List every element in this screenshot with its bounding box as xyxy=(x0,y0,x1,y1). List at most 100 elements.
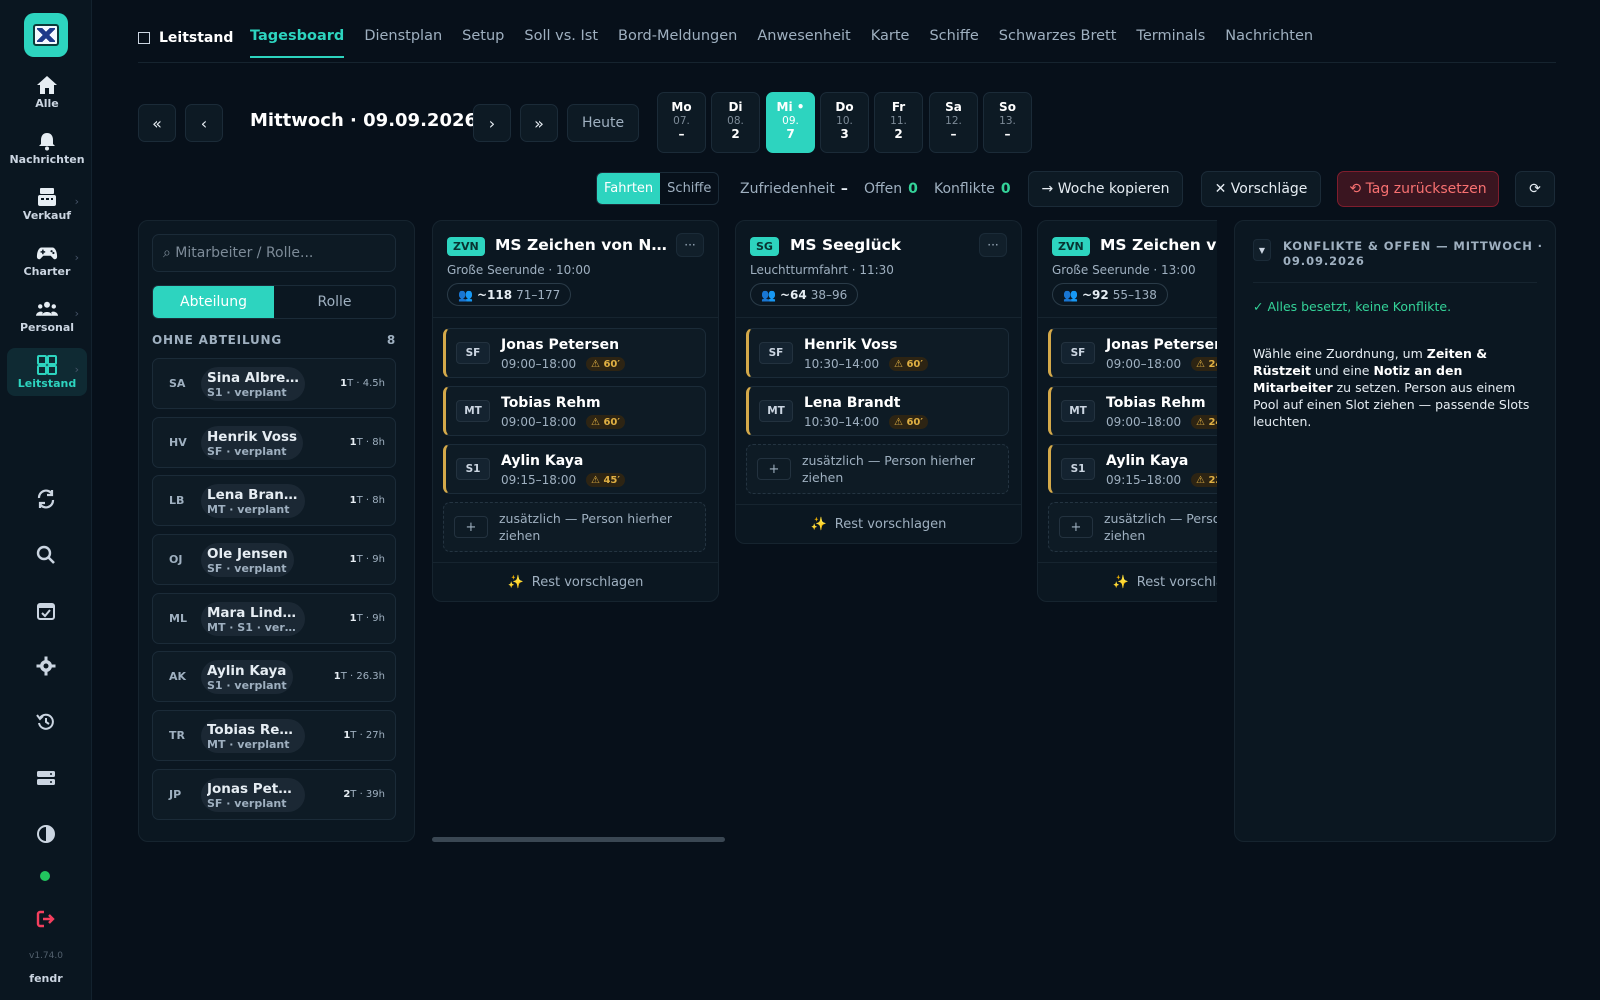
plus-icon: + xyxy=(1059,516,1093,538)
next-day-button[interactable]: › xyxy=(473,104,511,142)
sidebar-item-verkauf[interactable]: Verkauf › xyxy=(7,180,87,228)
crew-slot[interactable]: SFJonas Petersen09:00–18:00⚠ 240′ xyxy=(1048,328,1217,378)
staff-row[interactable]: MLMara LindqvistMT · S1 · verplant1T · 9… xyxy=(152,593,396,644)
first-week-button[interactable]: « xyxy=(138,104,176,142)
suggest-rest-button[interactable]: ✨Rest vorschlagen xyxy=(1038,562,1217,602)
sidebar: Alle Nachrichten Verkauf › Charter › Per… xyxy=(0,0,92,1000)
trip-subtitle: Große Seerunde · 13:00 xyxy=(1052,263,1196,277)
day-pill-so[interactable]: So 13. – xyxy=(983,92,1032,153)
view-schiffe-button[interactable]: Schiffe xyxy=(660,173,718,204)
sidebar-item-leitstand[interactable]: Leitstand › xyxy=(7,348,87,396)
app-logo[interactable] xyxy=(24,13,68,57)
staff-row[interactable]: OJ Ole Jensen SF · verplant 1T · 9h xyxy=(152,534,396,585)
tab-bar: Tagesboard Dienstplan Setup Soll vs. Ist… xyxy=(250,28,1313,58)
staff-row[interactable]: LB Lena Brandt MT · verplant 1T · 8h xyxy=(152,475,396,526)
conflicts-panel-title: KONFLIKTE & OFFEN — MITTWOCH · 09.09.202… xyxy=(1283,239,1543,268)
staff-chip[interactable]: Ole Jensen SF · verplant xyxy=(201,543,294,577)
day-pill-fr[interactable]: Fr 11. 2 xyxy=(874,92,923,153)
staff-row[interactable]: SASina AlbrechtS1 · verplant1T · 4.5h xyxy=(152,358,396,409)
sidebar-item-alle[interactable]: Alle xyxy=(7,68,87,116)
crew-slot[interactable]: MTTobias Rehm09:00–18:00⚠ 240′ xyxy=(1048,386,1217,436)
history-icon[interactable] xyxy=(33,709,59,735)
staff-chip[interactable]: Jonas PetersenSF · verplant xyxy=(201,778,305,812)
tab-soll-vs-ist[interactable]: Soll vs. Ist xyxy=(524,28,598,58)
group-by-department-button[interactable]: Abteilung xyxy=(153,286,274,318)
day-pill-di[interactable]: Di 08. 2 xyxy=(711,92,760,153)
user-name[interactable]: fendr xyxy=(0,972,92,985)
copy-week-button[interactable]: → Woche kopieren xyxy=(1028,171,1183,207)
people-icon: 👥 xyxy=(458,287,473,302)
prev-day-button[interactable]: ‹ xyxy=(185,104,223,142)
add-person-dropzone[interactable]: +zusätzlich — Person hierher ziehen xyxy=(1048,502,1217,552)
staff-row[interactable]: TR Tobias Rehm MT · verplant 1T · 27h xyxy=(152,710,396,761)
view-fahrten-button[interactable]: Fahrten xyxy=(597,173,661,204)
today-button[interactable]: Heute xyxy=(567,104,639,142)
staff-row[interactable]: JPJonas PetersenSF · verplant2T · 39h xyxy=(152,769,396,820)
day-pill-mi[interactable]: Mi • 09. 7 xyxy=(766,92,815,153)
crew-slot[interactable]: SF Henrik Voss 10:30–14:00 ⚠ 60′ xyxy=(746,328,1009,378)
crew-slot[interactable]: S1Aylin Kaya09:15–18:00⚠ 225′ xyxy=(1048,444,1217,494)
staff-search-input[interactable]: ⌕ Mitarbeiter / Rolle... xyxy=(152,234,396,272)
more-options-button[interactable]: ··· xyxy=(979,233,1007,257)
trip-subtitle: Große Seerunde · 10:00 xyxy=(447,263,591,277)
trip-card: ZVN MS Zeichen von Norden ··· Große Seer… xyxy=(432,220,719,602)
crew-slot[interactable]: MT Lena Brandt 10:30–14:00 ⚠ 60′ xyxy=(746,386,1009,436)
staff-row[interactable]: AK Aylin Kaya S1 · verplant 1T · 26.3h xyxy=(152,651,396,702)
tab-nachrichten[interactable]: Nachrichten xyxy=(1225,28,1313,58)
staff-chip[interactable]: Tobias Rehm MT · verplant xyxy=(201,719,305,753)
more-options-button[interactable]: ··· xyxy=(676,233,704,257)
crew-slot[interactable]: SF Jonas Petersen 09:00–18:00 ⚠ 60′ xyxy=(443,328,706,378)
staff-chip[interactable]: Lena Brandt MT · verplant xyxy=(201,484,305,518)
last-week-button[interactable]: » xyxy=(520,104,558,142)
chevron-right-icon: › xyxy=(74,307,79,320)
tab-terminals[interactable]: Terminals xyxy=(1136,28,1205,58)
day-pill-sa[interactable]: Sa 12. – xyxy=(929,92,978,153)
tab-karte[interactable]: Karte xyxy=(871,28,910,58)
sparkle-icon: ✨ xyxy=(810,517,827,532)
refresh-board-button[interactable]: ⟳ xyxy=(1515,171,1555,207)
calendar-check-icon[interactable] xyxy=(33,598,59,624)
suggestions-button[interactable]: ✕ Vorschläge xyxy=(1201,171,1321,207)
suggest-rest-button[interactable]: ✨Rest vorschlagen xyxy=(433,562,718,602)
search-icon[interactable] xyxy=(33,542,59,568)
tab-schwarzes-brett[interactable]: Schwarzes Brett xyxy=(999,28,1117,58)
day-pill-do[interactable]: Do 10. 3 xyxy=(820,92,869,153)
suggest-rest-button[interactable]: ✨Rest vorschlagen xyxy=(736,504,1021,544)
staff-row[interactable]: HV Henrik Voss SF · verplant 1T · 8h xyxy=(152,417,396,468)
tab-schiffe[interactable]: Schiffe xyxy=(929,28,978,58)
contrast-icon[interactable] xyxy=(33,821,59,847)
pool-group-header: OHNE ABTEILUNG 8 xyxy=(152,333,396,347)
refresh-icon[interactable] xyxy=(33,486,59,512)
ship-badge: SG xyxy=(750,237,779,256)
logout-icon[interactable] xyxy=(33,906,59,932)
staff-chip[interactable]: Sina AlbrechtS1 · verplant xyxy=(201,367,305,401)
pool-grouping-toggle: Abteilung Rolle xyxy=(152,285,396,319)
group-by-role-button[interactable]: Rolle xyxy=(274,286,395,318)
add-person-dropzone[interactable]: +zusätzlich — Person hierher ziehen xyxy=(443,502,706,552)
tab-tagesboard[interactable]: Tagesboard xyxy=(250,28,345,58)
grid-icon xyxy=(36,354,58,375)
crew-slot[interactable]: S1 Aylin Kaya 09:15–18:00 ⚠ 45′ xyxy=(443,444,706,494)
tab-dienstplan[interactable]: Dienstplan xyxy=(364,28,442,58)
collapse-toggle[interactable]: ▼ xyxy=(1253,239,1271,261)
add-person-dropzone[interactable]: +zusätzlich — Person hierher ziehen xyxy=(746,444,1009,494)
chevron-right-icon: › xyxy=(74,251,79,264)
server-icon[interactable] xyxy=(33,765,59,791)
crew-slot[interactable]: MT Tobias Rehm 09:00–18:00 ⚠ 60′ xyxy=(443,386,706,436)
plus-icon: + xyxy=(757,458,791,480)
tab-setup[interactable]: Setup xyxy=(462,28,504,58)
staff-chip[interactable]: Mara LindqvistMT · S1 · verplant xyxy=(201,602,305,636)
tab-anwesenheit[interactable]: Anwesenheit xyxy=(757,28,850,58)
day-pill-mo[interactable]: Mo 07. – xyxy=(657,92,706,153)
prep-time-warning: ⚠ 60′ xyxy=(889,357,928,371)
staff-chip[interactable]: Aylin Kaya S1 · verplant xyxy=(201,660,293,694)
sidebar-item-personal[interactable]: Personal › xyxy=(7,292,87,340)
board-horizontal-scrollbar[interactable] xyxy=(432,837,725,842)
staff-chip[interactable]: Henrik Voss SF · verplant xyxy=(201,426,304,460)
conflicts-stat: Konflikte 0 xyxy=(934,181,1011,197)
reset-day-button[interactable]: ⟲ Tag zurücksetzen xyxy=(1337,171,1499,207)
sidebar-item-nachrichten[interactable]: Nachrichten xyxy=(7,124,87,172)
gear-icon[interactable] xyxy=(33,653,59,679)
sidebar-item-charter[interactable]: Charter › xyxy=(7,236,87,284)
tab-bord-meldungen[interactable]: Bord-Meldungen xyxy=(618,28,737,58)
